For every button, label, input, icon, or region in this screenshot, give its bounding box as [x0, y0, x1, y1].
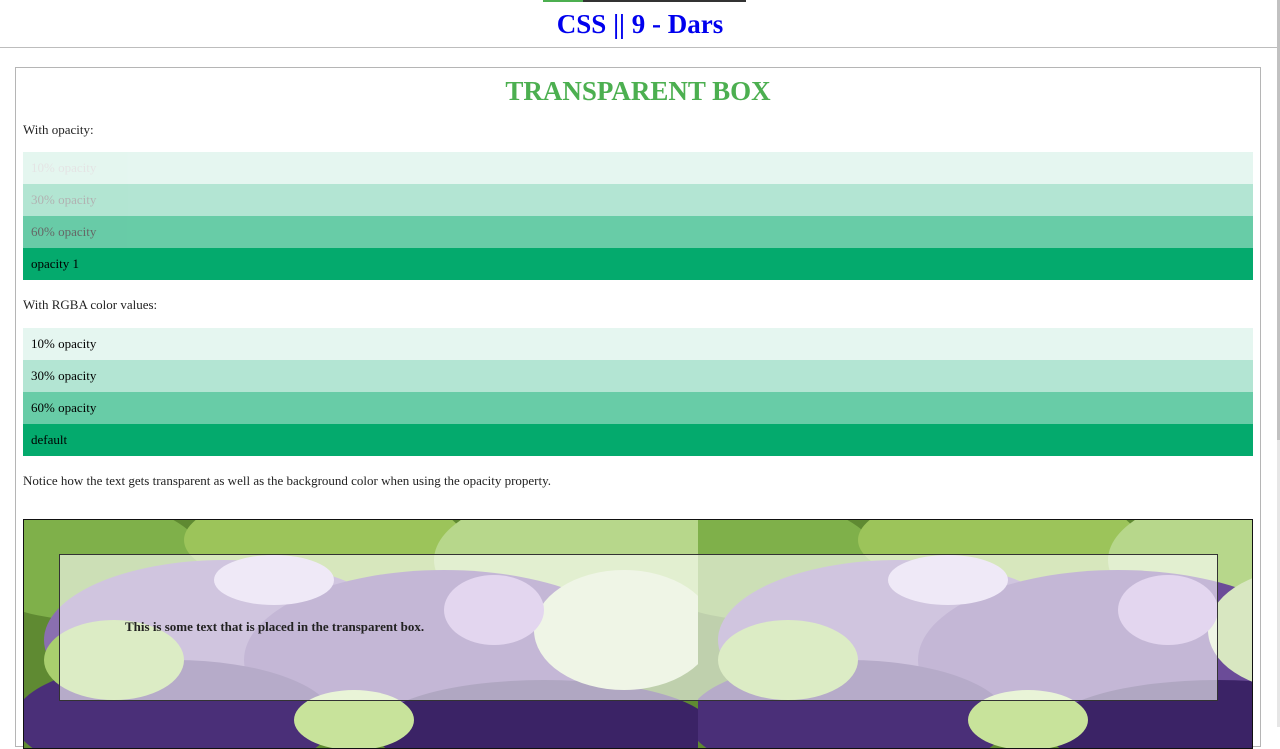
transparent-box-text: This is some text that is placed in the … — [125, 619, 425, 634]
opacity-row: 60% opacity — [23, 216, 1253, 248]
opacity-row: 30% opacity — [23, 184, 1253, 216]
opacity-row: 10% opacity — [23, 152, 1253, 184]
notice-text: Notice how the text gets transparent as … — [23, 473, 552, 488]
page-header: CSS || 9 - Dars — [0, 0, 1280, 48]
rgba-section-label: With RGBA color values: — [23, 297, 158, 312]
opacity-rows: 10% opacity 30% opacity 60% opacity opac… — [23, 152, 1253, 280]
transparent-box: This is some text that is placed in the … — [59, 554, 1218, 701]
rgba-row: 60% opacity — [23, 392, 1253, 424]
card-title: TRANSPARENT BOX — [505, 76, 771, 106]
opacity-section-label: With opacity: — [23, 122, 94, 137]
rgba-row: 10% opacity — [23, 328, 1253, 360]
page-title: CSS || 9 - Dars — [556, 9, 724, 39]
rgba-rows: 10% opacity 30% opacity 60% opacity defa… — [23, 328, 1253, 456]
rgba-row: 30% opacity — [23, 360, 1253, 392]
rgba-row: default — [23, 424, 1253, 456]
opacity-row: opacity 1 — [23, 248, 1253, 280]
background-image-box: This is some text that is placed in the … — [23, 519, 1253, 749]
content-card: TRANSPARENT BOX With opacity: 10% opacit… — [15, 67, 1261, 749]
header-top-bar-accent — [543, 0, 583, 2]
